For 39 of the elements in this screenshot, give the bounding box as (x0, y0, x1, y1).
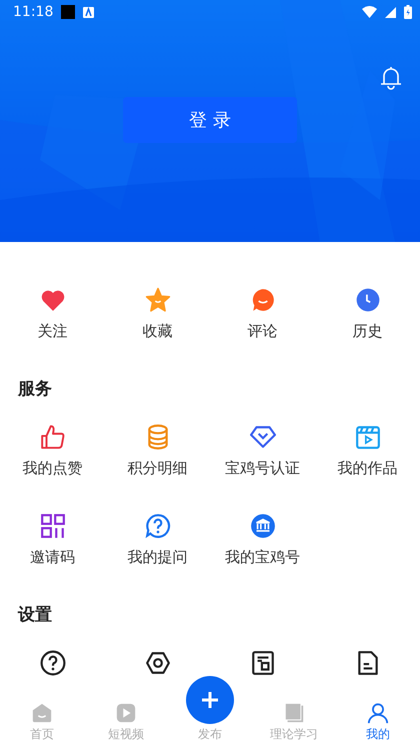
menu-item[interactable]: 我的作品 (315, 424, 420, 478)
clock-icon (354, 287, 380, 313)
nav-tab[interactable]: 我的 (360, 701, 396, 746)
add-button[interactable] (186, 676, 234, 724)
menu-item[interactable]: 邀请码 (0, 513, 105, 567)
menu-item[interactable]: 我的点赞 (0, 424, 105, 478)
menu-item[interactable]: 评论 (210, 287, 315, 341)
menu-item[interactable]: 收藏 (105, 287, 210, 341)
home-icon (31, 702, 53, 724)
bell-icon[interactable] (380, 66, 402, 90)
bank-icon (250, 513, 276, 539)
plus-icon (200, 690, 220, 710)
notification-icon (61, 5, 76, 19)
hexagon-icon (144, 650, 170, 676)
book-icon (283, 702, 305, 724)
diamond-icon (250, 424, 276, 450)
star-icon (144, 287, 170, 313)
menu-item[interactable]: 我的宝鸡号 (210, 513, 315, 567)
video-icon (115, 702, 137, 724)
wifi-icon (362, 6, 377, 18)
section-title: 服务 (16, 378, 53, 401)
battery-icon (404, 5, 412, 19)
signal-icon (385, 6, 396, 18)
menu-item[interactable]: 积分明细 (105, 424, 210, 478)
status-time: 11:18 (13, 2, 54, 22)
question-bubble-icon (144, 513, 170, 539)
menu-item[interactable]: 历史 (315, 287, 420, 341)
grid-icon (40, 513, 66, 539)
login-button[interactable]: 登 录 (123, 97, 297, 143)
person-icon (367, 702, 389, 724)
menu-item[interactable]: 关注 (0, 287, 105, 341)
menu-item[interactable]: 宝鸡号认证 (210, 424, 315, 478)
menu-item[interactable]: 我的提问 (105, 513, 210, 567)
app-notification-icon (83, 6, 94, 18)
help-icon (40, 650, 66, 676)
document-frame-icon (250, 650, 276, 676)
section-title: 设置 (16, 604, 53, 627)
thumbs-up-icon (40, 424, 66, 450)
clapperboard-icon (354, 424, 380, 450)
